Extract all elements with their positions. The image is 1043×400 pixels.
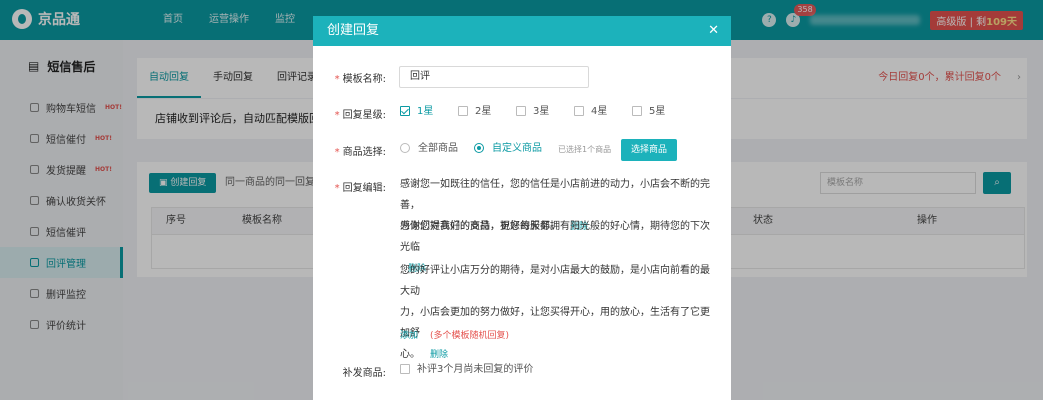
star-option-label: 5星 (649, 106, 666, 117)
reply-label: * 回复编辑: (306, 179, 386, 194)
template-name-label-text: 模板名称: (342, 74, 386, 85)
star-option-5[interactable]: 5星 (632, 106, 665, 118)
goods-option-label: 全部商品 (418, 143, 458, 154)
checkbox-icon (574, 106, 584, 116)
goods-label: * 商品选择: (306, 143, 386, 158)
modal-title: 创建回复 (327, 23, 380, 38)
star-option-3[interactable]: 3星 (516, 106, 549, 118)
checkbox-checked-icon (400, 106, 410, 116)
resend-option-label: 补评3个月尚未回复的评价 (417, 364, 534, 375)
add-reply-row: 添加 (多个模板随机回复) (400, 325, 718, 347)
star-option-label: 4星 (591, 106, 608, 117)
star-option-label: 3星 (533, 106, 550, 117)
reply-text-line: 感谢您对我们的支持，祝您每天都拥有阳光般的好心情，期待您的下次光临 (400, 221, 710, 253)
star-option-label: 2星 (475, 106, 492, 117)
close-icon[interactable]: ✕ (708, 16, 719, 46)
random-reply-note: (多个模板随机回复) (430, 331, 510, 341)
reply-edit-row: * 回复编辑: 感谢您一如既往的信任，您的信任是小店前进的动力，小店会不断的完善，… (313, 176, 731, 366)
goods-option-label: 自定义商品 (492, 143, 542, 154)
reply-text-line: 您的好评让小店万分的期待，是对小店最大的鼓励，是小店向前看的最大动 (400, 265, 710, 297)
template-name-input[interactable]: 回评 (399, 66, 589, 88)
star-row: * 回复星级: 1星 2星 3星 4星 5星 (313, 106, 731, 121)
checkbox-icon (516, 106, 526, 116)
selected-goods-count: 已选择1个商品 (558, 145, 612, 154)
reply-item-3[interactable]: 您的好评让小店万分的期待，是对小店最大的鼓励，是小店向前看的最大动 力，小店会更… (400, 260, 718, 366)
star-option-1[interactable]: 1星 (400, 106, 433, 118)
modal-header: 创建回复 ✕ (313, 16, 731, 46)
delete-reply-link[interactable]: 删除 (430, 350, 448, 360)
goods-row: * 商品选择: 全部商品 自定义商品 已选择1个商品 选择商品 (313, 139, 731, 161)
star-option-label: 1星 (417, 106, 434, 117)
goods-label-text: 商品选择: (342, 147, 386, 158)
required-mark: * (334, 183, 340, 194)
radio-selected-icon (474, 143, 484, 153)
select-goods-button[interactable]: 选择商品 (621, 139, 678, 161)
required-mark: * (334, 74, 340, 85)
checkbox-icon (632, 106, 642, 116)
star-option-4[interactable]: 4星 (574, 106, 607, 118)
radio-icon (400, 143, 410, 153)
required-mark: * (334, 147, 340, 158)
reply-text-line: 感谢您一如既往的信任，您的信任是小店前进的动力，小店会不断的完善， (400, 179, 710, 211)
star-option-2[interactable]: 2星 (458, 106, 491, 118)
resend-row: 补发商品: 补评3个月尚未回复的评价 (313, 364, 731, 379)
reply-label-text: 回复编辑: (342, 183, 386, 194)
resend-option[interactable]: 补评3个月尚未回复的评价 (400, 364, 533, 376)
template-name-row: * 模板名称: 回评 (313, 66, 731, 88)
create-reply-modal: 创建回复 ✕ * 模板名称: 回评 * 回复星级: 1星 2星 3星 4星 5星 *… (313, 16, 731, 400)
goods-option-custom[interactable]: 自定义商品 (474, 143, 542, 155)
star-label-text: 回复星级: (342, 110, 386, 121)
checkbox-icon (400, 364, 410, 374)
goods-option-all[interactable]: 全部商品 (400, 143, 458, 155)
template-name-label: * 模板名称: (306, 70, 386, 85)
star-label: * 回复星级: (306, 106, 386, 121)
required-mark: * (334, 110, 340, 121)
resend-label: 补发商品: (342, 368, 386, 379)
add-reply-link[interactable]: 添加 (400, 331, 418, 341)
checkbox-icon (458, 106, 468, 116)
reply-text-line: 心。 (400, 349, 420, 360)
